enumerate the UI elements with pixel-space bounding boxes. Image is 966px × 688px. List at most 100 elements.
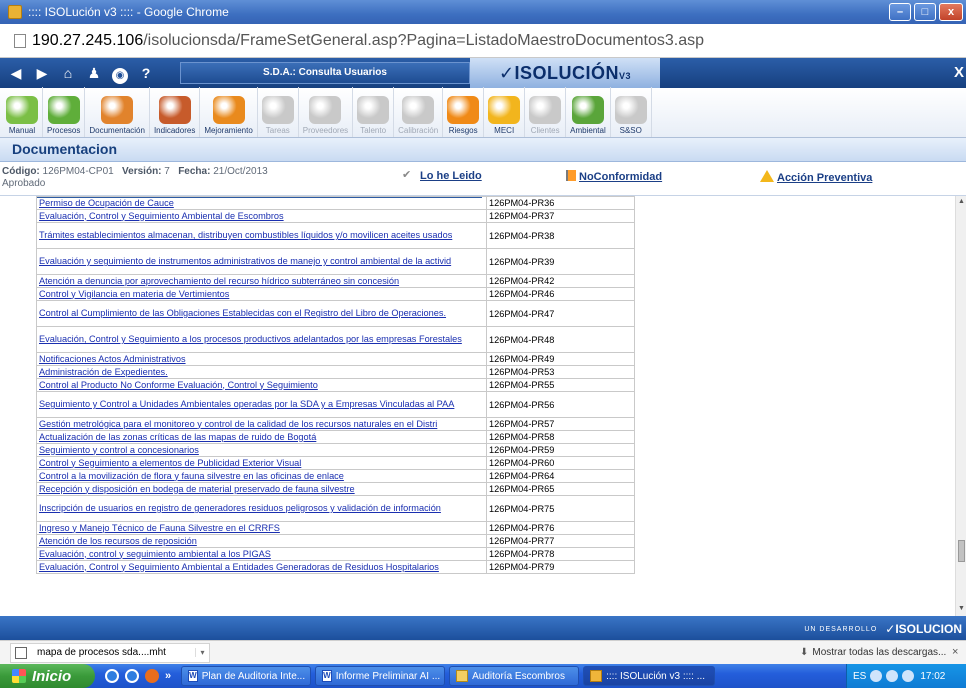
taskbar-task[interactable]: Auditoría Escombros	[449, 666, 580, 686]
show-all-downloads-link[interactable]: ⬇ Mostrar todas las descargas...	[800, 647, 946, 658]
document-link[interactable]: Evaluación y seguimiento de instrumentos…	[36, 248, 487, 275]
calibration-icon	[402, 96, 435, 124]
taskbar-task[interactable]: W Informe Preliminar AI ...	[315, 666, 446, 686]
scroll-down-arrow-icon[interactable]: ▼	[957, 605, 966, 614]
document-link[interactable]: Recepción y disposición en bodega de mat…	[36, 482, 487, 496]
quick-launch-overflow[interactable]: »	[165, 670, 171, 682]
ie-icon[interactable]	[125, 669, 139, 683]
table-row: Permiso de Ocupación de Cauce 126PM04-PR3…	[36, 196, 635, 210]
scroll-thumb[interactable]	[958, 540, 965, 562]
toolbar-s-so[interactable]: S&SO	[611, 87, 652, 137]
read-checkbox[interactable]: ✔	[402, 168, 411, 181]
search-icon[interactable]: ◉	[110, 63, 130, 84]
toolbar-documentaci-n[interactable]: Documentación	[85, 87, 150, 137]
document-code-cell: 126PM04-PR60	[486, 456, 635, 470]
document-link[interactable]: Actualización de las zonas críticas de l…	[36, 430, 487, 444]
toolbar-label: Procesos	[47, 126, 81, 135]
document-link[interactable]: Evaluación, control y seguimiento ambien…	[36, 547, 487, 561]
document-link[interactable]: Ingreso y Manejo Técnico de Fauna Silves…	[36, 521, 487, 535]
download-item[interactable]: mapa de procesos sda....mht ▾	[10, 642, 210, 663]
warning-icon	[760, 170, 774, 182]
taskbar-task[interactable]: W Plan de Auditoria Inte...	[181, 666, 312, 686]
scroll-up-arrow-icon[interactable]: ▲	[957, 198, 966, 207]
taskbar-task[interactable]: :::: ISOLución v3 :::: ...	[583, 666, 716, 686]
document-link[interactable]: Control y Vigilancia en materia de Verti…	[36, 287, 487, 301]
document-link[interactable]: Evaluación, Control y Seguimiento a los …	[36, 326, 487, 353]
toolbar-proveedores[interactable]: Proveedores	[299, 87, 354, 137]
document-link[interactable]: Notificaciones Actos Administrativos	[36, 352, 487, 366]
toolbar-label: MECI	[494, 126, 515, 135]
chart-icon	[158, 96, 191, 124]
messenger-icon[interactable]	[902, 670, 915, 682]
toolbar-calibraci-n[interactable]: Calibración	[394, 87, 444, 137]
firefox-icon[interactable]	[145, 669, 159, 683]
document-code-cell: 126PM04-PR78	[486, 547, 635, 561]
document-link[interactable]: Seguimiento y Control a Unidades Ambient…	[36, 391, 487, 418]
toolbar-clientes[interactable]: Clientes	[525, 87, 567, 137]
vertical-scrollbar[interactable]: ▲ ▼	[955, 196, 966, 616]
document-link[interactable]: Trámites establecimientos almacenan, dis…	[36, 222, 487, 249]
network-icon[interactable]	[870, 670, 883, 682]
close-window-button[interactable]: x	[939, 3, 963, 21]
document-code-cell: 126PM04-PR64	[486, 469, 635, 483]
document-link[interactable]: Administración de Expedientes.	[36, 365, 487, 379]
document-link[interactable]: Atención a denuncia por aprovechamiento …	[36, 274, 487, 288]
document-code-cell: 126PM04-PR39	[486, 248, 635, 275]
document-link[interactable]: Seguimiento y control a concesionarios	[36, 443, 487, 457]
download-menu-arrow-icon[interactable]: ▾	[195, 648, 209, 657]
toolbar-indicadores[interactable]: Indicadores	[150, 87, 201, 137]
document-link[interactable]: Control a la movilización de flora y fau…	[36, 469, 487, 483]
clock: 17:02	[920, 670, 946, 682]
header-close-button[interactable]: X	[954, 64, 966, 81]
window-title: :::: ISOLución v3 :::: - Google Chrome	[28, 5, 229, 19]
close-downloads-button[interactable]: ×	[952, 646, 958, 658]
toolbar-ambiental[interactable]: Ambiental	[566, 87, 611, 137]
table-row: Atención a denuncia por aprovechamiento …	[36, 274, 635, 288]
document-link[interactable]: Gestión metrológica para el monitoreo y …	[36, 417, 487, 431]
toolbar-procesos[interactable]: Procesos	[43, 87, 86, 137]
home-icon[interactable]: ⌂	[58, 63, 78, 83]
document-link[interactable]: Evaluación, Control y Seguimiento Ambien…	[36, 209, 487, 223]
language-indicator[interactable]: ES	[853, 671, 866, 682]
document-code-cell: 126PM04-PR65	[486, 482, 635, 496]
toolbar-riesgos[interactable]: Riesgos	[443, 87, 485, 137]
toolbar-tareas[interactable]: Tareas	[258, 87, 299, 137]
document-link[interactable]: Atención de los recursos de reposición	[36, 534, 487, 548]
clients-icon	[529, 96, 562, 124]
toolbar-talento[interactable]: Talento	[353, 87, 395, 137]
url-text[interactable]: 190.27.245.106/isolucionsda/FrameSetGene…	[32, 32, 704, 50]
document-link[interactable]: Control al Producto No Conforme Evaluaci…	[36, 378, 487, 392]
document-code-cell: 126PM04-PR79	[486, 560, 635, 574]
document-link[interactable]: Permiso de Ocupación de Cauce	[36, 196, 487, 210]
table-row: Gestión metrológica para el monitoreo y …	[36, 417, 635, 431]
toolbar-label: Mejoramiento	[204, 126, 253, 135]
toolbar-mejoramiento[interactable]: Mejoramiento	[200, 87, 258, 137]
nonconformity-link[interactable]: NoConformidad	[566, 170, 662, 183]
window-titlebar: :::: ISOLución v3 :::: - Google Chrome –…	[0, 0, 966, 24]
toolbar-manual[interactable]: Manual	[2, 87, 43, 137]
document-link[interactable]: Evaluación, Control y Seguimiento Ambien…	[36, 560, 487, 574]
back-arrow-icon[interactable]: ◀	[6, 63, 26, 83]
chrome-icon[interactable]	[105, 669, 119, 683]
maximize-button[interactable]: □	[914, 3, 936, 21]
minimize-button[interactable]: –	[889, 3, 911, 21]
security-icon[interactable]	[886, 670, 899, 682]
table-row: Control y Vigilancia en materia de Verti…	[36, 287, 635, 301]
address-bar[interactable]: 190.27.245.106/isolucionsda/FrameSetGene…	[0, 24, 966, 58]
document-link[interactable]: Inscripción de usuarios en registro de g…	[36, 495, 487, 522]
toolbar-meci[interactable]: MECI	[484, 87, 526, 137]
read-link[interactable]: Lo he Leido	[420, 170, 482, 182]
isolucion-logo: ✓ISOLUCIÓNV3	[470, 58, 660, 88]
document-link[interactable]: Control y Seguimiento a elementos de Pub…	[36, 456, 487, 470]
document-link[interactable]: Control al Cumplimiento de las Obligacio…	[36, 300, 487, 327]
toolbar-label: Ambiental	[570, 126, 606, 135]
forward-arrow-icon[interactable]: ▶	[32, 63, 52, 83]
start-label: Inicio	[32, 667, 72, 685]
start-button[interactable]: Inicio	[0, 664, 95, 688]
document-code: 126PM04-CP01	[42, 166, 114, 177]
user-icon[interactable]: ♟	[84, 63, 104, 83]
help-icon[interactable]: ?	[136, 63, 156, 83]
document-code-cell: 126PM04-PR47	[486, 300, 635, 327]
preventive-action-link[interactable]: Acción Preventiva	[760, 170, 872, 184]
document-meta: Código: 126PM04-CP01 Versión: 7 Fecha: 2…	[2, 166, 268, 177]
